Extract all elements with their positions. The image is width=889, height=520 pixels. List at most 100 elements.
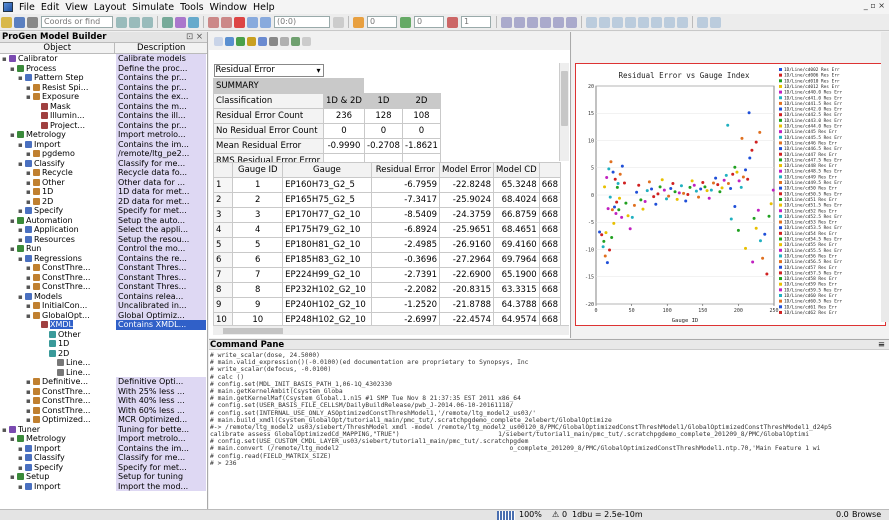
table-cell[interactable]: EP175H79_G2_10 — [282, 222, 372, 238]
tree-object[interactable]: ▪ Automation — [0, 216, 116, 226]
tree-row[interactable]: ▪ Resources Setup the resou... — [0, 234, 207, 245]
table-row[interactable]: 8 8 EP232H102_G2_10 -2.2082 -20.8315 63.3315 6… — [213, 282, 561, 298]
measure-icon[interactable] — [599, 16, 610, 28]
tree-row[interactable]: ▪ Optimized... MCR Optimized... — [0, 415, 207, 425]
expander-icon[interactable]: ▪ — [26, 93, 33, 102]
column-header-object[interactable]: Object — [0, 43, 116, 53]
tree-object[interactable]: ▪ Other — [0, 178, 116, 188]
table-cell[interactable]: 668 — [538, 282, 561, 298]
filter-icon[interactable] — [280, 36, 289, 46]
right-scrollbar[interactable] — [881, 32, 889, 322]
tree-object[interactable]: ▪ Classify — [0, 453, 116, 463]
copy-icon[interactable] — [247, 16, 258, 28]
table-cell[interactable]: 63.3315 — [493, 282, 540, 298]
tree-object[interactable]: 2D — [0, 349, 116, 359]
tree-row[interactable]: ▪ ConstThre... With 40% less ... — [0, 396, 207, 406]
export-icon[interactable] — [247, 36, 256, 46]
tree-row[interactable]: ▪ Import Contains the im... — [0, 443, 207, 453]
table-cell[interactable]: 2 — [213, 192, 234, 208]
table-row[interactable]: 5 5 EP180H81_G2_10 -2.4985 -26.9160 69.4160 66… — [213, 237, 561, 253]
tree-row[interactable]: ▪ Automation Setup the auto... — [0, 215, 207, 226]
column-header[interactable]: Gauge — [282, 162, 372, 178]
table-icon[interactable] — [225, 36, 234, 46]
table-cell[interactable]: 5 — [213, 237, 234, 253]
tree-row[interactable]: ▪ Other Other data for ... — [0, 177, 207, 188]
tree-row[interactable]: ▪ GlobalOpt... Global Optimiz... — [0, 310, 207, 321]
table-cell[interactable]: -1.2520 — [370, 297, 441, 313]
column-header[interactable]: Model Error — [439, 162, 495, 178]
table-cell[interactable]: EP232H102_G2_10 — [282, 282, 372, 298]
table-row[interactable]: 4 4 EP175H79_G2_10 -6.8924 -25.9651 68.4651 66… — [213, 222, 561, 238]
expander-icon[interactable]: ▪ — [26, 312, 33, 321]
expander-icon[interactable]: ▪ — [18, 226, 25, 235]
table-cell[interactable]: 668 — [538, 237, 561, 253]
tree-row[interactable]: Project... Contains the pr... — [0, 120, 207, 131]
tree-row[interactable]: ▪ Process Define the proc... — [0, 63, 207, 74]
expander-icon[interactable]: ▪ — [18, 207, 25, 216]
zoom-out-icon[interactable] — [514, 16, 525, 28]
expander-icon[interactable]: ▪ — [26, 283, 33, 292]
column-header[interactable] — [538, 162, 561, 178]
tree-row[interactable]: ▪ Import Contains the im... — [0, 139, 207, 150]
tree-object[interactable]: Line... — [0, 358, 116, 368]
expander-icon[interactable]: ▪ — [10, 245, 17, 254]
table-row[interactable]: 1 1 EP160H73_G2_5 -6.7959 -22.8248 65.3248 668 — [213, 177, 561, 193]
tree-object[interactable]: Illumin... — [0, 111, 116, 121]
tree-row[interactable]: ▪ ConstThre... Constant Thres... — [0, 282, 207, 292]
table-cell[interactable]: EP165H75_G2_5 — [282, 192, 372, 208]
grid-icon[interactable] — [447, 16, 458, 28]
table-cell[interactable]: 668 — [538, 177, 561, 193]
table-cell[interactable]: 668 — [538, 207, 561, 223]
settings-icon[interactable] — [677, 16, 688, 28]
expander-icon[interactable]: ▪ — [26, 84, 33, 93]
expander-icon[interactable]: ▪ — [26, 169, 33, 178]
tree-object[interactable]: ▪ Definitive... — [0, 377, 116, 387]
tree-object[interactable]: ▪ ConstThre... — [0, 406, 116, 416]
tree-row[interactable]: ▪ Models Contains relea... — [0, 291, 207, 301]
tree-object[interactable]: ▪ Import — [0, 140, 116, 150]
table-cell[interactable]: 1 — [213, 177, 234, 193]
table-cell[interactable]: 66.8759 — [493, 207, 540, 223]
column-header[interactable]: Gauge ID — [232, 162, 284, 178]
menu-file[interactable]: File — [16, 2, 38, 13]
select-icon[interactable] — [175, 16, 186, 28]
tree-object[interactable]: ▪ Process — [0, 64, 116, 74]
edit-icon[interactable] — [162, 16, 173, 28]
column-header[interactable]: Residual Error — [370, 162, 441, 178]
table-cell[interactable]: EP224H99_G2_10 — [282, 267, 372, 283]
scroll-thumb[interactable] — [561, 71, 568, 126]
table-cell[interactable]: 668 — [538, 267, 561, 283]
tree-object[interactable]: ▪ ConstThre... — [0, 273, 116, 283]
pin-icon[interactable] — [214, 36, 223, 46]
tree-object[interactable]: Project... — [0, 121, 116, 131]
table-cell[interactable]: -6.8924 — [370, 222, 441, 238]
table-cell[interactable]: 1 — [232, 177, 284, 193]
tree-row[interactable]: ▪ ConstThre... Constant Thres... — [0, 263, 207, 273]
tree-object[interactable]: Other — [0, 330, 116, 340]
layers-icon[interactable] — [651, 16, 662, 28]
tree-row[interactable]: 1D — [0, 339, 207, 349]
tree-object[interactable]: ▪ Specify — [0, 463, 116, 473]
table-cell[interactable]: 64.3788 — [493, 297, 540, 313]
expander-icon[interactable]: ▪ — [26, 150, 33, 159]
more-icon[interactable] — [302, 36, 311, 46]
tree-object[interactable]: ▪ Run — [0, 244, 116, 254]
menu-view[interactable]: View — [62, 2, 91, 13]
error-type-select[interactable]: Residual Error — [213, 63, 324, 77]
delete-icon[interactable] — [234, 16, 245, 28]
tree-object[interactable]: XMDL — [0, 320, 116, 330]
tree-row[interactable]: ▪ ConstThre... With 60% less ... — [0, 405, 207, 416]
expander-icon[interactable]: ▪ — [18, 236, 25, 245]
tree-row[interactable]: ▪ Recycle Recycle data fo... — [0, 168, 207, 178]
table-cell[interactable]: 668 — [538, 252, 561, 268]
expander-icon[interactable]: ▪ — [26, 198, 33, 207]
tree-object[interactable]: 1D — [0, 339, 116, 349]
table-cell[interactable]: EP160H73_G2_5 — [282, 177, 372, 193]
tree-object[interactable]: ▪ Setup — [0, 472, 116, 482]
tree-object[interactable]: ▪ Recycle — [0, 168, 116, 178]
tree-object[interactable]: ▪ Classify — [0, 159, 116, 169]
expander-icon[interactable]: ▪ — [18, 141, 25, 150]
panel-close-icon[interactable]: ⊡ × — [186, 32, 203, 43]
table-cell[interactable]: -25.9651 — [439, 222, 495, 238]
expander-icon[interactable]: ▪ — [26, 416, 33, 425]
